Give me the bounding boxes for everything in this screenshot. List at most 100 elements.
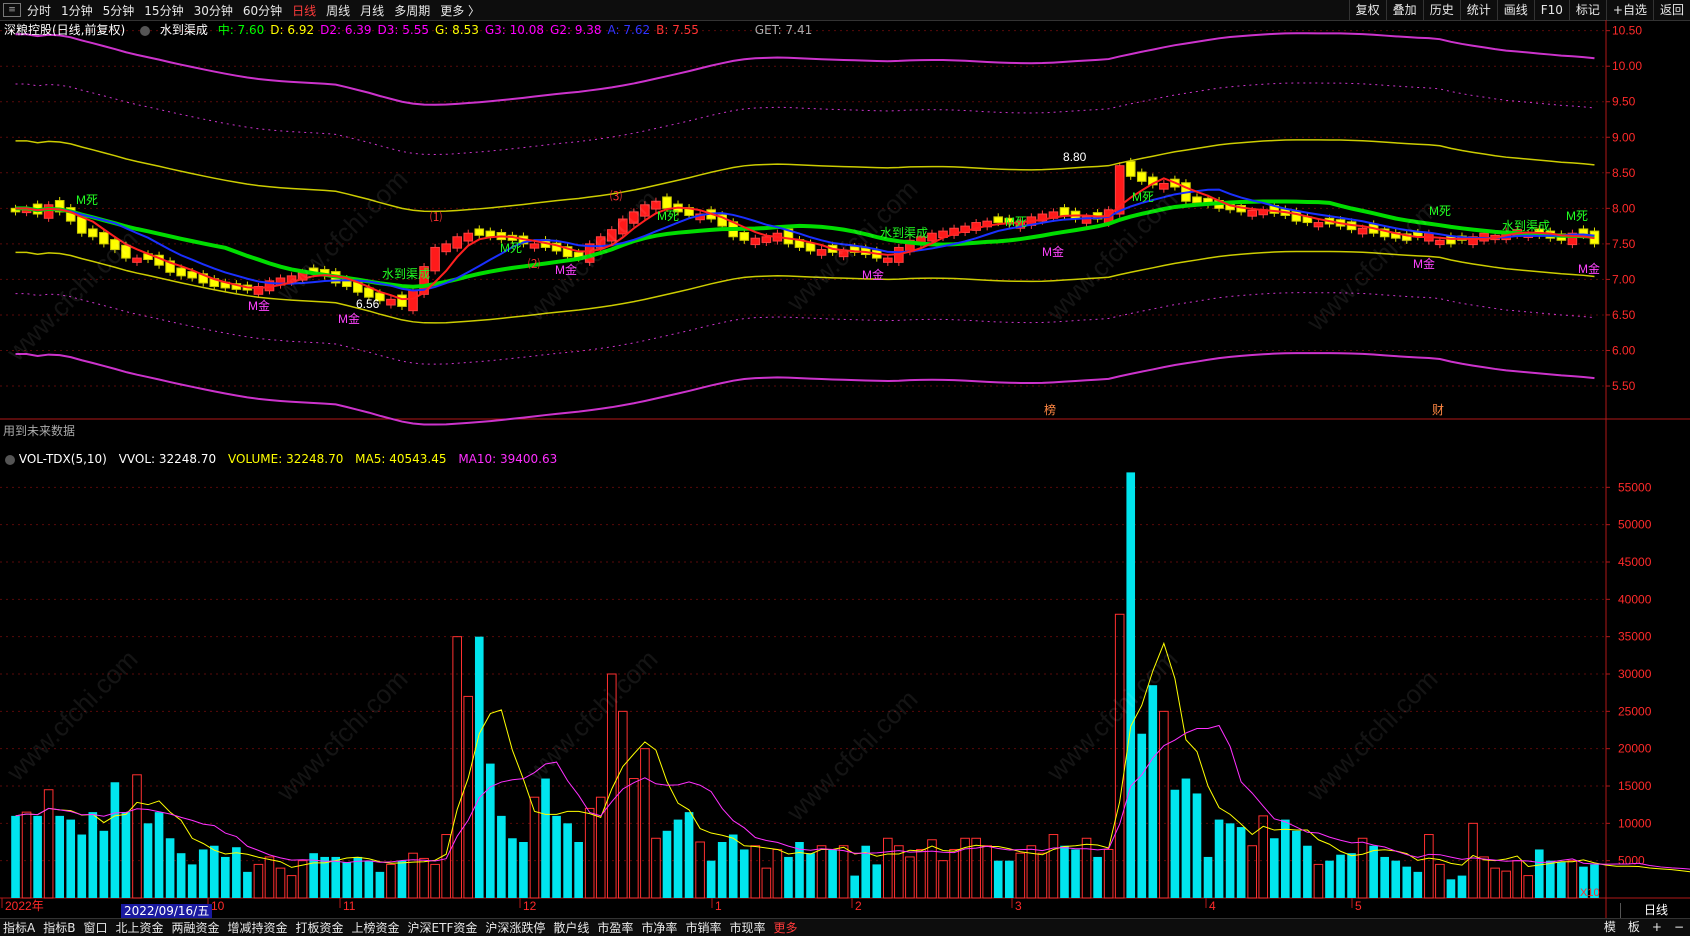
volume-bar bbox=[1214, 819, 1224, 898]
tool-button[interactable]: 历史 bbox=[1422, 0, 1460, 20]
vol-indicator-toggle-icon[interactable] bbox=[5, 454, 15, 465]
volume-value: VOLUME: 32248.70 bbox=[227, 452, 344, 466]
volume-bar bbox=[430, 863, 440, 899]
volume-bar bbox=[176, 853, 186, 898]
volume-bar bbox=[795, 842, 804, 898]
timeframe-tab[interactable]: 分时 bbox=[27, 2, 51, 19]
bang-marker: 榜 bbox=[1044, 402, 1056, 417]
timeframe-tab[interactable]: 月线 bbox=[360, 2, 384, 19]
indicator-name[interactable]: 水到渠成 bbox=[160, 23, 208, 37]
volume-bar bbox=[1048, 834, 1059, 899]
indicator-param: D2: 6.39 bbox=[320, 23, 372, 37]
timeframe-tab[interactable]: 日线 bbox=[292, 2, 316, 19]
volume-bar bbox=[916, 848, 926, 899]
candlestick bbox=[463, 232, 474, 242]
volume-bar bbox=[872, 864, 882, 898]
candlestick bbox=[176, 267, 186, 277]
indicator-tab[interactable]: 上榜资金 bbox=[352, 919, 400, 936]
indicator-tab[interactable]: 沪深涨跌停 bbox=[485, 919, 545, 936]
volume-bar bbox=[850, 875, 859, 898]
indicator-tab[interactable]: 沪深ETF资金 bbox=[408, 919, 478, 936]
watermark: www.cfchi.com bbox=[0, 644, 143, 787]
mgold-label: M金 bbox=[862, 267, 884, 282]
tool-button[interactable]: +自选 bbox=[1605, 0, 1653, 20]
timeframe-tab[interactable]: 多周期 bbox=[394, 2, 430, 19]
indicator-tab[interactable]: 散户线 bbox=[553, 919, 589, 936]
bottom-tool[interactable]: 模 bbox=[1598, 919, 1622, 936]
timeframe-tab[interactable]: 周线 bbox=[326, 2, 350, 19]
menu-icon[interactable]: ≡ bbox=[3, 3, 21, 17]
high-label: 8.80 bbox=[1063, 150, 1087, 164]
volume-bar bbox=[55, 815, 64, 898]
tool-button[interactable]: F10 bbox=[1533, 0, 1569, 20]
n1-marker: ⑴ bbox=[430, 210, 442, 224]
volume-bar bbox=[1060, 845, 1069, 898]
mdeath-label: M死 bbox=[500, 241, 522, 255]
indicator-tab[interactable]: 市净率 bbox=[641, 919, 677, 936]
candlestick bbox=[1192, 196, 1202, 204]
volume-bar bbox=[1369, 845, 1378, 898]
vol-indicator-name[interactable]: VOL-TDX(5,10) bbox=[19, 452, 107, 466]
tool-button[interactable]: 返回 bbox=[1652, 0, 1690, 20]
tool-button[interactable]: 标记 bbox=[1568, 0, 1606, 20]
indicator-tab[interactable]: 两融资金 bbox=[171, 919, 219, 936]
timeframe-tab[interactable]: 15分钟 bbox=[144, 2, 183, 19]
volume-bar bbox=[21, 811, 32, 899]
n3-marker: ⑶ bbox=[610, 189, 622, 203]
bottom-toolbar: 指标A 指标B 窗口 北上资金 两融资金 增减持资金 打板资金 上榜资金 沪深ETF资金 沪深涨跌… bbox=[0, 918, 1690, 936]
volume-bar bbox=[1203, 856, 1213, 898]
volume-bar bbox=[706, 860, 716, 898]
volume-bar bbox=[331, 856, 341, 898]
timeframe-tab[interactable]: 30分钟 bbox=[194, 2, 233, 19]
volume-bar bbox=[1281, 819, 1290, 898]
timeframe-tab[interactable]: 5分钟 bbox=[103, 2, 135, 19]
indicator-tab[interactable]: 增减持资金 bbox=[228, 919, 288, 936]
band-g2-line bbox=[15, 82, 1595, 155]
shui-label: 水到渠成 bbox=[1502, 219, 1550, 233]
indicator-tab[interactable]: 市销率 bbox=[685, 919, 721, 936]
volume-bar bbox=[563, 823, 572, 898]
volume-bar bbox=[1236, 827, 1246, 898]
volume-bar bbox=[1479, 856, 1489, 899]
bottom-tool[interactable]: 板 bbox=[1622, 919, 1646, 936]
tool-button[interactable]: 复权 bbox=[1348, 0, 1386, 20]
price-tick-label: 7.50 bbox=[1612, 237, 1636, 251]
volume-bar bbox=[1325, 860, 1334, 898]
indicator-toggle-icon[interactable] bbox=[140, 25, 151, 36]
period-label[interactable]: 日线 bbox=[1620, 903, 1690, 918]
indicator-tab[interactable]: 更多 bbox=[773, 919, 797, 936]
indicator-tab[interactable]: 市现率 bbox=[729, 919, 765, 936]
volume-bar bbox=[1402, 866, 1412, 898]
indicator-param: G2: 9.38 bbox=[550, 23, 602, 37]
mgold-label: M金 bbox=[338, 311, 360, 326]
indicator-tab[interactable]: 指标B bbox=[43, 919, 75, 936]
candlestick bbox=[474, 228, 485, 236]
volume-bar bbox=[574, 842, 583, 898]
indicator-tab[interactable]: 打板资金 bbox=[296, 919, 344, 936]
indicator-tab[interactable]: 北上资金 bbox=[115, 919, 163, 936]
volume-bar bbox=[728, 834, 738, 898]
volume-tick-label: 30000 bbox=[1618, 667, 1652, 681]
tool-button[interactable]: 统计 bbox=[1459, 0, 1497, 20]
volume-bar bbox=[66, 819, 76, 898]
volume-bar bbox=[1148, 685, 1158, 898]
timeframe-tab[interactable]: 1分钟 bbox=[61, 2, 93, 19]
volume-bar bbox=[1336, 854, 1345, 898]
right-tools: 复权 叠加 历史 统计 画线 F10 标记 +自选 返回 bbox=[1348, 0, 1690, 20]
kline-chart[interactable]: 10.50 10.00 9.50 9.00 8.50 8.00 7.50 7.00 6.50 6.… bbox=[0, 20, 1690, 918]
timeframe-tab[interactable]: 60分钟 bbox=[243, 2, 282, 19]
watermark: www.cfchi.com bbox=[780, 684, 923, 827]
indicator-tab[interactable]: 窗口 bbox=[83, 919, 107, 936]
indicator-tab[interactable]: 市盈率 bbox=[597, 919, 633, 936]
bottom-tool[interactable]: + bbox=[1646, 919, 1668, 936]
volume-bar bbox=[1446, 879, 1456, 898]
timeframe-tab[interactable]: 更多 〉 bbox=[440, 2, 480, 19]
volume-bar bbox=[209, 845, 219, 898]
tool-button[interactable]: 画线 bbox=[1496, 0, 1534, 20]
bottom-tool[interactable]: − bbox=[1668, 919, 1690, 936]
indicator-tab[interactable]: 指标A bbox=[3, 919, 35, 936]
tool-button[interactable]: 叠加 bbox=[1385, 0, 1423, 20]
volume-bar bbox=[264, 856, 275, 899]
volume-tick-label: 50000 bbox=[1618, 518, 1652, 532]
volume-bar bbox=[519, 842, 528, 898]
